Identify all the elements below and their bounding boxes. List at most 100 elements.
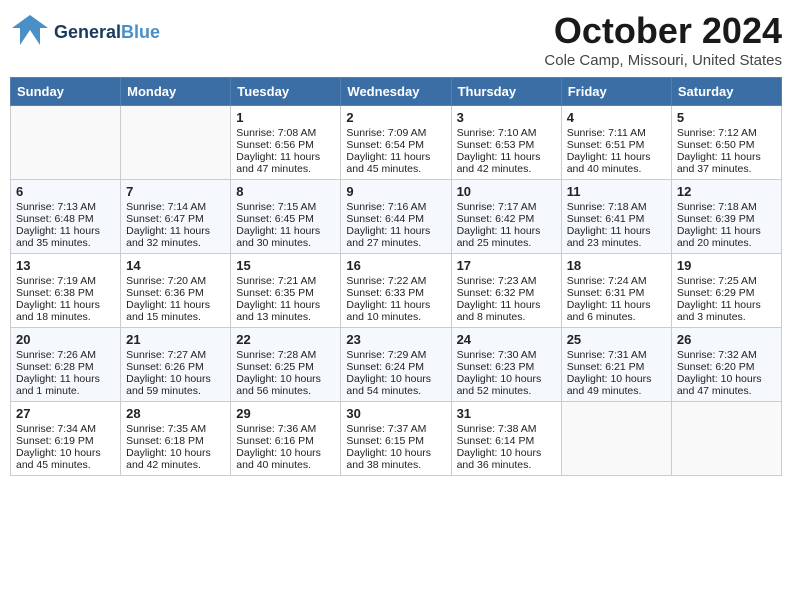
cell-info-line: Sunset: 6:21 PM	[567, 361, 666, 373]
day-number: 10	[457, 184, 556, 199]
calendar-cell: 19Sunrise: 7:25 AMSunset: 6:29 PMDayligh…	[671, 254, 781, 328]
cell-info-line: Sunset: 6:24 PM	[346, 361, 445, 373]
day-number: 23	[346, 332, 445, 347]
day-number: 1	[236, 110, 335, 125]
logo-text-line1: GeneralBlue	[54, 23, 160, 43]
logo: GeneralBlue	[10, 10, 160, 55]
cell-info-line: Daylight: 11 hours and 27 minutes.	[346, 225, 445, 249]
calendar-cell	[121, 106, 231, 180]
cell-info-line: Sunset: 6:56 PM	[236, 139, 335, 151]
cell-info-line: Sunset: 6:44 PM	[346, 213, 445, 225]
cell-info-line: Sunset: 6:31 PM	[567, 287, 666, 299]
day-of-week-header: Friday	[561, 78, 671, 106]
day-number: 26	[677, 332, 776, 347]
calendar-cell: 20Sunrise: 7:26 AMSunset: 6:28 PMDayligh…	[11, 328, 121, 402]
calendar-cell: 15Sunrise: 7:21 AMSunset: 6:35 PMDayligh…	[231, 254, 341, 328]
calendar-cell: 16Sunrise: 7:22 AMSunset: 6:33 PMDayligh…	[341, 254, 451, 328]
day-number: 28	[126, 406, 225, 421]
day-number: 27	[16, 406, 115, 421]
cell-info-line: Daylight: 10 hours and 49 minutes.	[567, 373, 666, 397]
calendar-cell: 18Sunrise: 7:24 AMSunset: 6:31 PMDayligh…	[561, 254, 671, 328]
calendar-header-row: SundayMondayTuesdayWednesdayThursdayFrid…	[11, 78, 782, 106]
day-number: 6	[16, 184, 115, 199]
cell-info-line: Sunrise: 7:15 AM	[236, 201, 335, 213]
cell-info-line: Sunrise: 7:37 AM	[346, 423, 445, 435]
cell-info-line: Sunset: 6:39 PM	[677, 213, 776, 225]
cell-info-line: Daylight: 11 hours and 47 minutes.	[236, 151, 335, 175]
day-number: 3	[457, 110, 556, 125]
cell-info-line: Sunrise: 7:14 AM	[126, 201, 225, 213]
cell-info-line: Daylight: 11 hours and 3 minutes.	[677, 299, 776, 323]
calendar-table: SundayMondayTuesdayWednesdayThursdayFrid…	[10, 77, 782, 476]
calendar-cell: 3Sunrise: 7:10 AMSunset: 6:53 PMDaylight…	[451, 106, 561, 180]
cell-info-line: Daylight: 10 hours and 47 minutes.	[677, 373, 776, 397]
calendar-cell: 5Sunrise: 7:12 AMSunset: 6:50 PMDaylight…	[671, 106, 781, 180]
cell-info-line: Sunrise: 7:19 AM	[16, 275, 115, 287]
cell-info-line: Sunrise: 7:18 AM	[567, 201, 666, 213]
cell-info-line: Daylight: 11 hours and 45 minutes.	[346, 151, 445, 175]
cell-info-line: Sunset: 6:45 PM	[236, 213, 335, 225]
cell-info-line: Sunrise: 7:16 AM	[346, 201, 445, 213]
cell-info-line: Sunrise: 7:29 AM	[346, 349, 445, 361]
calendar-cell: 6Sunrise: 7:13 AMSunset: 6:48 PMDaylight…	[11, 180, 121, 254]
cell-info-line: Sunrise: 7:13 AM	[16, 201, 115, 213]
cell-info-line: Sunrise: 7:36 AM	[236, 423, 335, 435]
day-number: 17	[457, 258, 556, 273]
calendar-cell: 31Sunrise: 7:38 AMSunset: 6:14 PMDayligh…	[451, 402, 561, 476]
cell-info-line: Sunset: 6:15 PM	[346, 435, 445, 447]
day-number: 25	[567, 332, 666, 347]
cell-info-line: Sunrise: 7:23 AM	[457, 275, 556, 287]
cell-info-line: Daylight: 10 hours and 42 minutes.	[126, 447, 225, 471]
calendar-cell: 25Sunrise: 7:31 AMSunset: 6:21 PMDayligh…	[561, 328, 671, 402]
calendar-cell: 24Sunrise: 7:30 AMSunset: 6:23 PMDayligh…	[451, 328, 561, 402]
calendar-cell	[561, 402, 671, 476]
day-number: 9	[346, 184, 445, 199]
cell-info-line: Sunrise: 7:10 AM	[457, 127, 556, 139]
day-number: 8	[236, 184, 335, 199]
cell-info-line: Sunset: 6:28 PM	[16, 361, 115, 373]
cell-info-line: Sunset: 6:16 PM	[236, 435, 335, 447]
cell-info-line: Sunrise: 7:32 AM	[677, 349, 776, 361]
cell-info-line: Daylight: 11 hours and 8 minutes.	[457, 299, 556, 323]
cell-info-line: Sunset: 6:23 PM	[457, 361, 556, 373]
cell-info-line: Daylight: 10 hours and 38 minutes.	[346, 447, 445, 471]
calendar-cell: 22Sunrise: 7:28 AMSunset: 6:25 PMDayligh…	[231, 328, 341, 402]
day-of-week-header: Wednesday	[341, 78, 451, 106]
cell-info-line: Sunrise: 7:24 AM	[567, 275, 666, 287]
calendar-cell: 12Sunrise: 7:18 AMSunset: 6:39 PMDayligh…	[671, 180, 781, 254]
day-of-week-header: Saturday	[671, 78, 781, 106]
calendar-cell	[671, 402, 781, 476]
day-number: 13	[16, 258, 115, 273]
day-number: 22	[236, 332, 335, 347]
day-number: 7	[126, 184, 225, 199]
calendar-cell: 29Sunrise: 7:36 AMSunset: 6:16 PMDayligh…	[231, 402, 341, 476]
calendar-cell: 26 Sunrise: 7:32 AMSunset: 6:20 PMDayligh…	[671, 328, 781, 402]
day-number: 30	[346, 406, 445, 421]
calendar-week-row: 20Sunrise: 7:26 AMSunset: 6:28 PMDayligh…	[11, 328, 782, 402]
cell-info-line: Sunrise: 7:08 AM	[236, 127, 335, 139]
cell-info-line: Sunrise: 7:27 AM	[126, 349, 225, 361]
day-of-week-header: Thursday	[451, 78, 561, 106]
cell-info-line: Sunset: 6:36 PM	[126, 287, 225, 299]
cell-info-line: Daylight: 11 hours and 23 minutes.	[567, 225, 666, 249]
cell-info-line: Sunset: 6:32 PM	[457, 287, 556, 299]
day-number: 12	[677, 184, 776, 199]
cell-info-line: Daylight: 11 hours and 10 minutes.	[346, 299, 445, 323]
cell-info-line: Daylight: 10 hours and 36 minutes.	[457, 447, 556, 471]
cell-info-line: Sunrise: 7:12 AM	[677, 127, 776, 139]
cell-info-line: Sunset: 6:35 PM	[236, 287, 335, 299]
cell-info-line: Sunset: 6:29 PM	[677, 287, 776, 299]
cell-info-line: Daylight: 10 hours and 52 minutes.	[457, 373, 556, 397]
cell-info-line: Sunset: 6:26 PM	[126, 361, 225, 373]
day-of-week-header: Monday	[121, 78, 231, 106]
calendar-cell: 23Sunrise: 7:29 AMSunset: 6:24 PMDayligh…	[341, 328, 451, 402]
cell-info-line: Sunset: 6:20 PM	[677, 361, 776, 373]
title-area: October 2024 Cole Camp, Missouri, United…	[544, 10, 782, 69]
cell-info-line: Sunset: 6:47 PM	[126, 213, 225, 225]
calendar-cell: 27Sunrise: 7:34 AMSunset: 6:19 PMDayligh…	[11, 402, 121, 476]
calendar-cell: 11Sunrise: 7:18 AMSunset: 6:41 PMDayligh…	[561, 180, 671, 254]
calendar-cell: 28Sunrise: 7:35 AMSunset: 6:18 PMDayligh…	[121, 402, 231, 476]
cell-info-line: Sunrise: 7:09 AM	[346, 127, 445, 139]
day-number: 14	[126, 258, 225, 273]
calendar-cell: 7Sunrise: 7:14 AMSunset: 6:47 PMDaylight…	[121, 180, 231, 254]
